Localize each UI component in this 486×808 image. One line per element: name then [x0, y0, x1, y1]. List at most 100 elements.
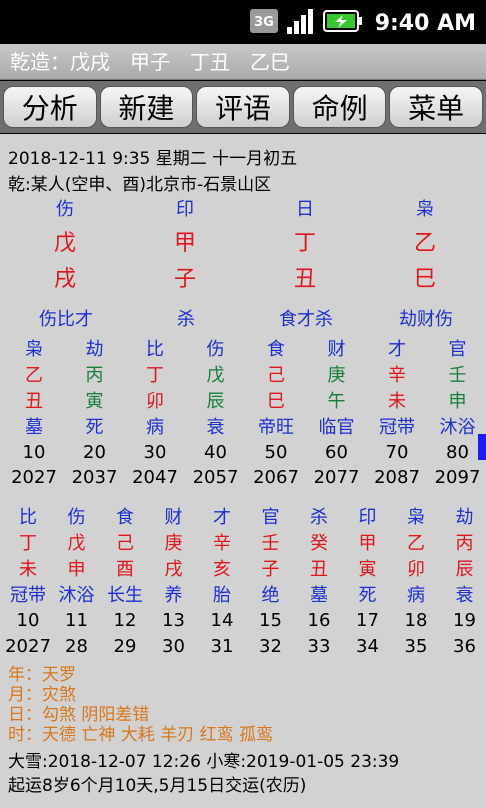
- liunian-branch: 卯: [407, 559, 425, 580]
- dayun-growth-stage: 墓: [25, 417, 43, 438]
- liunian-growth-stage: 胎: [213, 585, 231, 606]
- liunian-growth-stage: 养: [164, 585, 183, 606]
- hidden-stems: 杀: [177, 309, 195, 330]
- dayun-branch: 寅: [85, 391, 104, 412]
- liunian-stems-row: 丁戊己庚辛壬癸甲乙丙: [0, 531, 486, 557]
- liunian-stem: 丙: [455, 533, 474, 554]
- dayun-ten-god: 伤: [206, 339, 225, 360]
- svg-text:3G: 3G: [254, 15, 274, 30]
- liunian-year: 33: [307, 636, 331, 657]
- liunian-branch: 酉: [116, 559, 134, 580]
- liunian-growth-stage: 长生: [107, 585, 143, 606]
- dayun-age: 10: [22, 442, 46, 463]
- liunian-year: 35: [404, 636, 428, 657]
- dayun-ages-row: 10 20 30 40 50 60 70 80: [0, 440, 486, 466]
- liunian-ten-god: 才: [213, 507, 231, 528]
- dayun-stem: 壬: [448, 365, 467, 386]
- liunian-branch: 亥: [213, 559, 231, 580]
- liunian-age: 16: [307, 610, 331, 631]
- jieqi-line: 大雪:2018-12-07 12:26 小寒:2019-01-05 23:39: [8, 752, 400, 772]
- signal-icon: [285, 7, 317, 39]
- new-button[interactable]: 新建: [99, 86, 194, 128]
- dayun-branch: 卯: [146, 391, 164, 412]
- liunian-branch: 未: [19, 559, 37, 580]
- comment-button[interactable]: 评语: [196, 86, 290, 128]
- dayun-year: 2047: [132, 467, 178, 488]
- liunian-stem: 乙: [407, 533, 425, 554]
- liunian-age: 14: [210, 610, 234, 631]
- dayun-stems-row: 乙丙丁戊己庚辛壬: [0, 363, 486, 389]
- dayun-stem: 己: [267, 365, 285, 386]
- dayun-ten-god: 劫: [85, 339, 104, 360]
- liunian-ten-god: 财: [164, 507, 183, 528]
- dayun-stem: 辛: [388, 365, 406, 386]
- liunian-year: 28: [65, 636, 88, 657]
- dayun-age: 50: [264, 442, 288, 463]
- app-window: 3G 9:40 AM 乾造：戊戌 甲子 丁丑 乙巳 分析 新建 评语 命例 菜单 20…: [0, 0, 486, 808]
- liunian-growth-stage: 沐浴: [58, 585, 95, 606]
- liunian-stem: 壬: [261, 533, 280, 554]
- branches-row: 戌 子 丑 巳: [0, 267, 486, 293]
- liunian-age: 19: [453, 610, 476, 631]
- liunian-growth-stage: 冠带: [10, 585, 46, 606]
- month-pillar: 甲子: [130, 50, 170, 74]
- liunian-age: 17: [356, 610, 379, 631]
- hidden-stems: 劫财伤: [399, 309, 453, 330]
- liunian-ten-god: 食: [116, 507, 134, 528]
- scroll-indicator[interactable]: [478, 434, 486, 460]
- shensha-month: 月：灾煞: [8, 685, 76, 705]
- earthly-branch: 丑: [293, 267, 316, 292]
- dayun-ten-god: 官: [448, 339, 467, 360]
- dayun-age: 70: [385, 442, 409, 463]
- liunian-years-row: 2027 28 29 30 31 32 33 34 35 36: [0, 634, 486, 660]
- dayun-growth-stage: 病: [146, 417, 164, 438]
- gender-label: 乾造：: [10, 50, 70, 74]
- dayun-branches-row: 丑寅卯辰巳午未申: [0, 389, 486, 415]
- hour-pillar: 乙巳: [250, 50, 290, 74]
- dayun-age: 40: [204, 442, 227, 463]
- heavenly-stem: 戊: [53, 231, 76, 256]
- liunian-age: 12: [113, 610, 137, 631]
- heavenly-stem: 丁: [293, 231, 316, 256]
- dayun-growth-stage: 帝旺: [258, 417, 294, 438]
- shensha-hour: 时：天德 亡神 大耗 羊刃 红鸾 孤鸾: [8, 725, 274, 745]
- dayun-branch: 巳: [267, 391, 285, 412]
- dayun-age: 20: [83, 442, 106, 463]
- liunian-branch: 申: [67, 559, 86, 580]
- dayun-stem: 丁: [146, 365, 164, 386]
- liunian-ten-god: 印: [358, 507, 377, 528]
- liunian-branch: 寅: [358, 559, 377, 580]
- analysis-button[interactable]: 分析: [3, 86, 97, 128]
- liunian-gods-row: 比伤食财才官杀印枭劫: [0, 505, 486, 531]
- dayun-ten-god: 财: [327, 339, 346, 360]
- liunian-ten-god: 伤: [67, 507, 86, 528]
- liunian-year: 29: [113, 636, 137, 657]
- hidden-stems: 伤比才: [39, 309, 93, 330]
- status-bar: 3G 9:40 AM: [0, 0, 486, 44]
- menu-button[interactable]: 菜单: [389, 86, 483, 128]
- shensha-year: 年：天罗: [8, 665, 76, 685]
- dayun-ten-god: 比: [146, 339, 164, 360]
- cases-button[interactable]: 命例: [292, 86, 387, 128]
- dayun-stages-row: 墓死病衰帝旺 临官 冠带 沐浴: [0, 415, 486, 441]
- dayun-year: 2027: [11, 467, 57, 488]
- liunian-growth-stage: 病: [407, 585, 425, 606]
- dayun-branch: 丑: [25, 391, 43, 412]
- dayun-stem: 乙: [25, 365, 43, 386]
- clock: 9:40 AM: [374, 10, 476, 36]
- dayun-stem: 庚: [327, 365, 346, 386]
- title-bar: 乾造：戊戌 甲子 丁丑 乙巳: [0, 44, 486, 80]
- dayun-age: 60: [325, 442, 348, 463]
- liunian-age: 10: [16, 610, 40, 631]
- 3g-icon: 3G: [249, 8, 279, 38]
- dayun-branch: 午: [327, 391, 346, 412]
- liunian-growth-stage: 死: [358, 585, 377, 606]
- liunian-branch: 子: [261, 559, 280, 580]
- pillar-god: 枭: [416, 199, 434, 220]
- hidden-stems: 食才杀: [279, 309, 333, 330]
- liunian-growth-stage: 衰: [455, 585, 474, 606]
- dayun-years-row: 2027 2037 2047 2057 2067 2077 2087 2097: [0, 465, 486, 491]
- dayun-growth-stage: 衰: [206, 417, 225, 438]
- liunian-branch: 戌: [164, 559, 183, 580]
- liunian-ten-god: 劫: [455, 507, 474, 528]
